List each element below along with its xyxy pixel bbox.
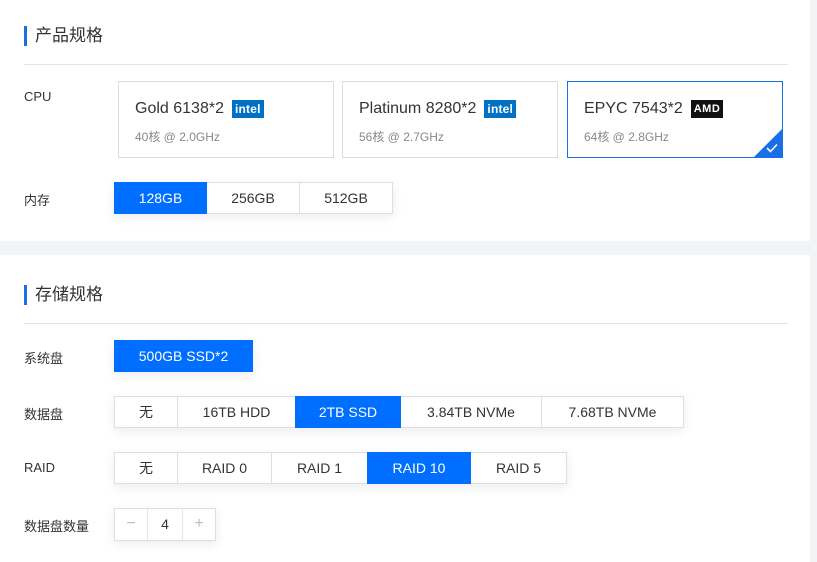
memory-option-256gb[interactable]: 256GB (206, 182, 300, 214)
divider (24, 64, 788, 65)
intel-logo: intel (231, 100, 264, 118)
data-disk-option-2tb-ssd[interactable]: 2TB SSD (295, 396, 401, 428)
decrement-button[interactable]: − (115, 509, 147, 540)
disk-count-label: 数据盘数量 (24, 519, 90, 534)
cpu-option-name-wrap: Platinum 8280*2 intel (359, 100, 517, 118)
section-title-product-spec: 产品规格 (24, 26, 103, 46)
system-disk-label: 系统盘 (24, 351, 64, 366)
cpu-option-name-wrap: EPYC 7543*2 AMD (584, 100, 724, 118)
cpu-option-gold-6138[interactable]: Gold 6138*2 intel 40核 @ 2.0GHz (118, 81, 334, 158)
disk-count-stepper: − 4 + (114, 508, 216, 541)
data-disk-label: 数据盘 (24, 407, 64, 422)
cpu-option-name: EPYC 7543*2 (584, 100, 683, 117)
system-disk-option-500gb-ssd[interactable]: 500GB SSD*2 (114, 340, 253, 372)
cpu-option-spec: 40核 @ 2.0GHz (135, 130, 220, 144)
raid-option-raid-0[interactable]: RAID 0 (177, 452, 272, 484)
cpu-option-name: Platinum 8280*2 (359, 100, 477, 117)
amd-logo: AMD (690, 100, 724, 118)
data-disk-option-none[interactable]: 无 (114, 396, 178, 428)
raid-option-raid-5[interactable]: RAID 5 (470, 452, 567, 484)
memory-selector: 128GB 256GB 512GB (114, 182, 393, 214)
raid-label: RAID (24, 460, 56, 475)
data-disk-selector: 无 16TB HDD 2TB SSD 3.84TB NVMe 7.68TB NV… (114, 396, 684, 428)
data-disk-option-7-68tb-nvme[interactable]: 7.68TB NVMe (541, 396, 684, 428)
cpu-option-name-wrap: Gold 6138*2 intel (135, 100, 264, 118)
system-disk-selector: 500GB SSD*2 (114, 340, 253, 372)
raid-selector: 无 RAID 0 RAID 1 RAID 10 RAID 5 (114, 452, 567, 484)
raid-option-none[interactable]: 无 (114, 452, 178, 484)
section-title-storage-spec: 存储规格 (24, 285, 103, 305)
cpu-option-name: Gold 6138*2 (135, 100, 224, 117)
memory-option-512gb[interactable]: 512GB (299, 182, 393, 214)
memory-label: 内存 (24, 193, 51, 208)
memory-option-128gb[interactable]: 128GB (114, 182, 207, 214)
data-disk-option-3-84tb-nvme[interactable]: 3.84TB NVMe (400, 396, 542, 428)
cpu-option-platinum-8280[interactable]: Platinum 8280*2 intel 56核 @ 2.7GHz (342, 81, 558, 158)
product-spec-card: 产品规格 CPU Gold 6138*2 intel 40核 @ 2.0GHz … (0, 0, 810, 241)
cpu-label: CPU (24, 89, 52, 104)
raid-option-raid-10[interactable]: RAID 10 (367, 452, 471, 484)
raid-option-raid-1[interactable]: RAID 1 (271, 452, 368, 484)
data-disk-option-16tb-hdd[interactable]: 16TB HDD (177, 396, 296, 428)
cpu-option-spec: 64核 @ 2.8GHz (584, 130, 669, 144)
cpu-option-epyc-7543[interactable]: EPYC 7543*2 AMD 64核 @ 2.8GHz (567, 81, 783, 158)
divider (24, 323, 788, 324)
disk-count-value[interactable]: 4 (147, 509, 183, 540)
increment-button[interactable]: + (183, 509, 215, 540)
cpu-option-spec: 56核 @ 2.7GHz (359, 130, 444, 144)
check-icon (766, 143, 778, 155)
intel-logo: intel (484, 100, 517, 118)
